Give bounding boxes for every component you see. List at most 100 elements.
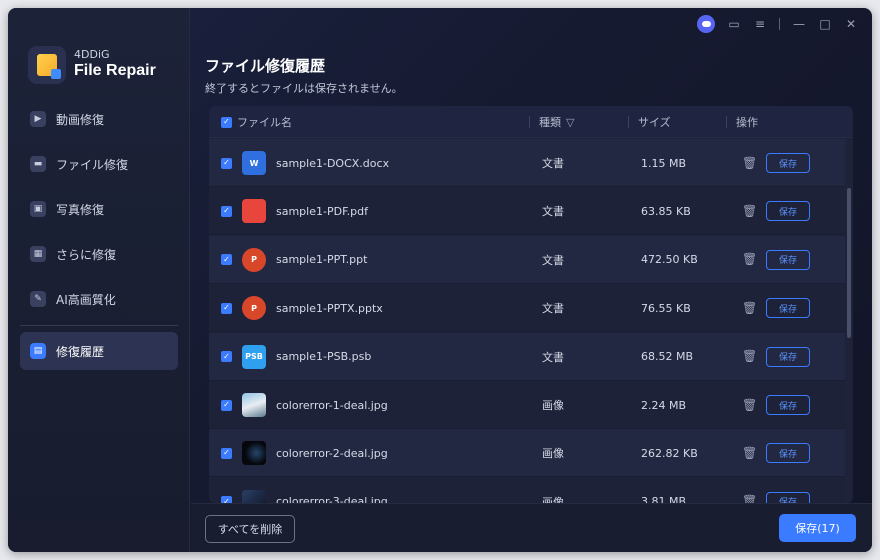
row-save-button[interactable]: 保存 bbox=[766, 298, 810, 319]
file-icon-cell bbox=[242, 187, 266, 235]
table-row[interactable]: ✓ P sample1-PPTX.pptx 文書 76.55 KB 🗑 保存 bbox=[209, 284, 845, 333]
delete-cell: 🗑 bbox=[742, 381, 757, 429]
file-size: 76.55 KB bbox=[641, 301, 691, 315]
file-icon-cell bbox=[242, 429, 266, 477]
save-cell: 保存 bbox=[766, 333, 810, 381]
row-checkbox[interactable]: ✓ bbox=[221, 351, 232, 363]
menu-icon[interactable]: ≡ bbox=[753, 17, 767, 31]
history-icon: ▤ bbox=[30, 343, 46, 359]
delete-cell: 🗑 bbox=[742, 284, 757, 332]
row-save-button[interactable]: 保存 bbox=[766, 346, 810, 367]
sidebar-nav: ▶ 動画修復 ▬ ファイル修復 ▣ 写真修復 ▦ さらに修復 ✎ AI高画質化 … bbox=[20, 100, 178, 377]
file-type: 画像 bbox=[542, 495, 564, 503]
row-checkbox-cell: ✓ bbox=[221, 429, 232, 477]
row-checkbox[interactable]: ✓ bbox=[221, 399, 232, 411]
trash-icon[interactable]: 🗑 bbox=[742, 301, 757, 315]
trash-icon[interactable]: 🗑 bbox=[742, 350, 757, 363]
row-save-button[interactable]: 保存 bbox=[766, 201, 810, 222]
row-checkbox[interactable]: ✓ bbox=[221, 254, 232, 266]
discord-icon[interactable] bbox=[697, 15, 715, 33]
header-name-label: ファイル名 bbox=[237, 116, 292, 129]
row-checkbox[interactable]: ✓ bbox=[221, 205, 232, 217]
sidebar-item-video-repair[interactable]: ▶ 動画修復 bbox=[20, 100, 178, 138]
titlebar-separator bbox=[779, 18, 780, 30]
table-row[interactable]: ✓ P sample1-PPT.ppt 文書 472.50 KB 🗑 保存 bbox=[209, 235, 845, 284]
table-row[interactable]: ✓ sample1-PDF.pdf 文書 63.85 KB 🗑 保存 bbox=[209, 187, 845, 236]
file-type: 画像 bbox=[542, 447, 564, 461]
save-cell: 保存 bbox=[766, 429, 810, 477]
feedback-icon[interactable]: ▭ bbox=[727, 17, 741, 31]
row-checkbox[interactable]: ✓ bbox=[221, 302, 232, 314]
file-name: sample1-DOCX.docx bbox=[276, 156, 390, 170]
save-cell: 保存 bbox=[766, 139, 810, 187]
row-checkbox-cell: ✓ bbox=[221, 381, 232, 429]
filter-icon[interactable]: ▽ bbox=[566, 116, 574, 129]
grid-icon: ▦ bbox=[30, 246, 46, 262]
trash-icon[interactable]: 🗑 bbox=[742, 204, 757, 218]
sidebar-item-label: さらに修復 bbox=[56, 247, 117, 262]
sidebar: 4DDiG File Repair ▶ 動画修復 ▬ ファイル修復 ▣ 写真修復… bbox=[8, 8, 190, 552]
pdf-file-icon bbox=[242, 199, 266, 224]
table-header: ✓ ファイル名 種類 ▽ サイズ 操作 bbox=[209, 106, 853, 138]
docx-file-icon: W bbox=[242, 151, 266, 175]
trash-icon[interactable]: 🗑 bbox=[742, 495, 757, 503]
trash-icon[interactable]: 🗑 bbox=[742, 446, 757, 460]
file-icon-cell bbox=[242, 381, 266, 429]
file-name: colorerror-3-deal.jpg bbox=[276, 495, 388, 503]
sidebar-item-label: 動画修復 bbox=[56, 112, 105, 127]
row-checkbox[interactable]: ✓ bbox=[221, 447, 232, 459]
table-row[interactable]: ✓ PSB sample1-PSB.psb 文書 68.52 MB 🗑 保存 bbox=[209, 332, 845, 381]
row-checkbox[interactable]: ✓ bbox=[221, 157, 232, 169]
header-separator bbox=[529, 116, 530, 128]
row-checkbox-cell: ✓ bbox=[221, 236, 232, 284]
app-window: 4DDiG File Repair ▶ 動画修復 ▬ ファイル修復 ▣ 写真修復… bbox=[8, 8, 872, 552]
sidebar-item-history[interactable]: ▤ 修復履歴 bbox=[20, 332, 178, 370]
table-row[interactable]: ✓ colorerror-1-deal.jpg 画像 2.24 MB 🗑 保存 bbox=[209, 381, 845, 429]
table-row[interactable]: ✓ colorerror-2-deal.jpg 画像 262.82 KB 🗑 保… bbox=[209, 429, 845, 478]
row-save-button[interactable]: 保存 bbox=[766, 395, 810, 415]
close-icon[interactable]: ✕ bbox=[844, 17, 858, 31]
header-action-column: 操作 bbox=[736, 114, 758, 130]
img3-file-icon bbox=[242, 489, 266, 503]
table-row[interactable]: ✓ colorerror-3-deal.jpg 画像 3.81 MB 🗑 保存 bbox=[209, 477, 845, 503]
delete-cell: 🗑 bbox=[742, 478, 757, 503]
row-save-button[interactable]: 保存 bbox=[766, 249, 810, 270]
trash-icon[interactable]: 🗑 bbox=[742, 253, 757, 266]
table-scrollbar[interactable] bbox=[847, 188, 851, 338]
file-size: 1.15 MB bbox=[641, 156, 687, 170]
header-separator bbox=[726, 116, 727, 128]
file-size: 63.85 KB bbox=[641, 204, 691, 218]
row-checkbox-cell: ✓ bbox=[221, 478, 232, 503]
sidebar-item-photo-repair[interactable]: ▣ 写真修復 bbox=[20, 190, 178, 228]
sidebar-divider bbox=[20, 325, 178, 326]
trash-icon[interactable]: 🗑 bbox=[742, 398, 757, 412]
select-all-checkbox[interactable]: ✓ bbox=[221, 116, 232, 128]
sidebar-item-file-repair[interactable]: ▬ ファイル修復 bbox=[20, 145, 178, 183]
row-save-button[interactable]: 保存 bbox=[766, 443, 810, 464]
sidebar-item-ai-enhance[interactable]: ✎ AI高画質化 bbox=[20, 280, 178, 318]
logo-icon bbox=[28, 46, 66, 84]
sidebar-item-label: 写真修復 bbox=[56, 202, 105, 217]
sidebar-item-more-repair[interactable]: ▦ さらに修復 bbox=[20, 235, 178, 273]
minimize-icon[interactable]: — bbox=[792, 17, 806, 31]
titlebar: ▭ ≡ — □ ✕ bbox=[697, 15, 858, 33]
save-cell: 保存 bbox=[766, 284, 810, 332]
row-checkbox-cell: ✓ bbox=[221, 187, 232, 235]
save-cell: 保存 bbox=[766, 381, 810, 429]
row-save-button[interactable]: 保存 bbox=[766, 153, 810, 173]
file-size: 2.24 MB bbox=[641, 398, 687, 412]
maximize-icon[interactable]: □ bbox=[818, 17, 832, 31]
ppt-file-icon: P bbox=[242, 247, 266, 272]
row-checkbox-cell: ✓ bbox=[221, 284, 232, 332]
save-cell: 保存 bbox=[766, 236, 810, 284]
table-row[interactable]: ✓ W sample1-DOCX.docx 文書 1.15 MB 🗑 保存 bbox=[209, 139, 845, 187]
trash-icon[interactable]: 🗑 bbox=[742, 156, 757, 170]
ppt-file-icon: P bbox=[242, 296, 266, 321]
save-all-button[interactable]: 保存(17) bbox=[779, 514, 856, 542]
save-cell: 保存 bbox=[766, 478, 810, 503]
row-save-button[interactable]: 保存 bbox=[766, 491, 810, 503]
delete-all-button[interactable]: すべてを削除 bbox=[205, 515, 295, 543]
sidebar-item-label: 修復履歴 bbox=[56, 344, 105, 359]
row-checkbox[interactable]: ✓ bbox=[221, 496, 232, 503]
file-name: sample1-PDF.pdf bbox=[276, 204, 368, 218]
